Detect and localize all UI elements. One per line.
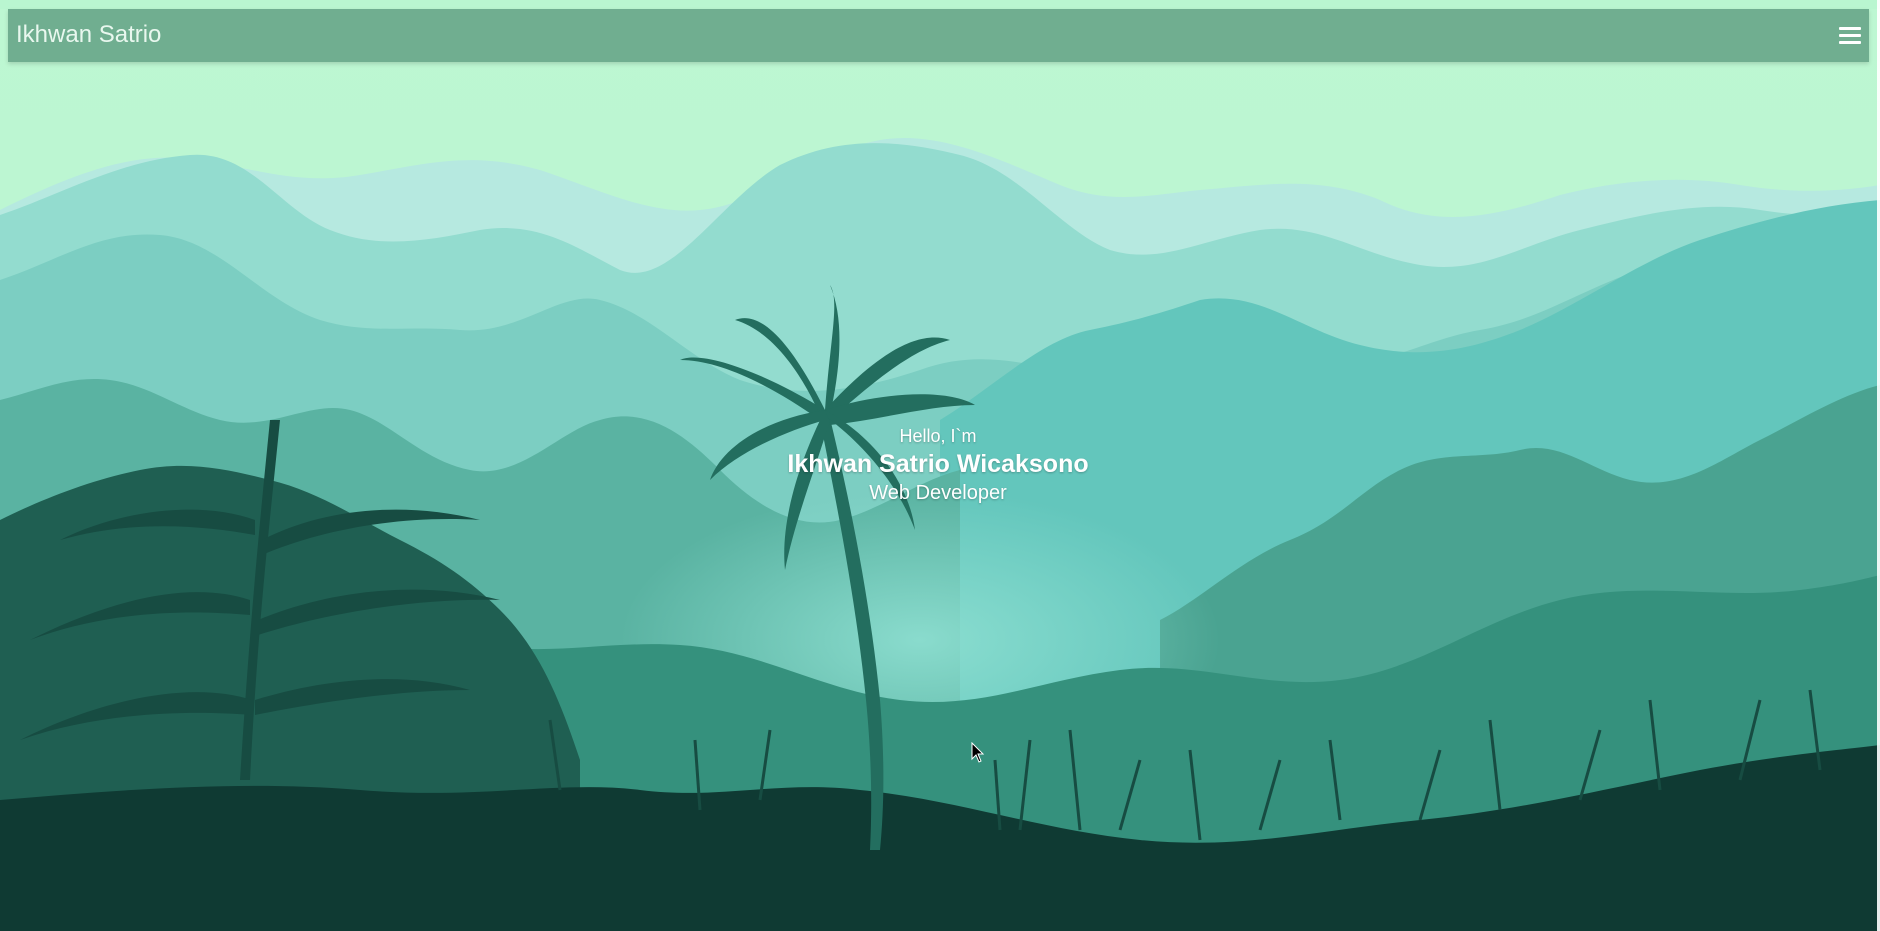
hero-greeting: Hello, I`m — [899, 426, 977, 446]
hamburger-menu-icon[interactable] — [1839, 27, 1861, 47]
top-navbar: Ikhwan Satrio — [8, 9, 1869, 62]
menu-bar — [1839, 34, 1861, 37]
top-strip — [0, 0, 1880, 9]
hero-intro: Hello, I`m Ikhwan Satrio Wicaksono Web D… — [0, 424, 1876, 506]
hero-role: Web Developer — [869, 482, 1007, 504]
brand-link[interactable]: Ikhwan Satrio — [16, 21, 161, 49]
menu-bar — [1839, 27, 1861, 30]
hero-name: Ikhwan Satrio Wicaksono — [787, 450, 1089, 478]
mouse-pointer-icon — [971, 742, 985, 763]
page: Ikhwan Satrio Hello, I`m Ikhwan Satrio W… — [0, 0, 1880, 931]
menu-bar — [1839, 41, 1861, 44]
